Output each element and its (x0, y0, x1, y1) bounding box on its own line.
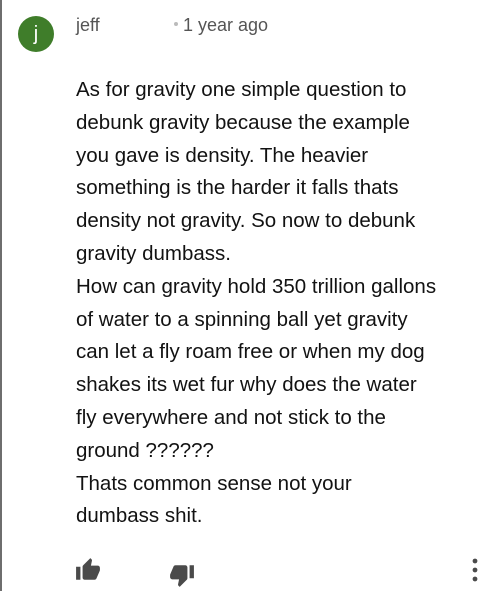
author-name[interactable]: jeff (76, 15, 100, 36)
comment-line: fly everywhere and not stick to the (76, 405, 386, 429)
comment-line: dumbass shit. (76, 504, 203, 528)
comment-line: gravity dumbass. (76, 241, 231, 265)
more-options-button[interactable] (468, 555, 482, 585)
thumbs-up-icon (76, 558, 100, 580)
like-button[interactable] (74, 556, 102, 584)
avatar[interactable]: j (18, 16, 54, 52)
comment-line: something is the harder it falls thats (76, 176, 399, 200)
comment-line: debunk gravity because the example (76, 110, 410, 134)
comment-line: density not gravity. So now to debunk (76, 209, 416, 233)
avatar-initial: j (33, 22, 39, 45)
comment-line: ground ?????? (76, 438, 214, 462)
comment-text: As for gravity one simple question to de… (76, 74, 486, 533)
comment-line: can let a fly roam free or when my dog (76, 340, 425, 364)
thumbs-down-icon (170, 565, 194, 587)
comment-timestamp[interactable]: 1 year ago (183, 15, 268, 36)
left-divider (0, 0, 2, 591)
comment-line: you gave is density. The heavier (76, 143, 369, 167)
comment-line: of water to a spinning ball yet gravity (76, 307, 408, 331)
comment-line: As for gravity one simple question to (76, 78, 407, 101)
comment-line: shakes its wet fur why does the water (76, 373, 417, 397)
separator-dot (174, 22, 178, 26)
dislike-button[interactable] (168, 561, 196, 589)
comment-line: How can gravity hold 350 trillion gallon… (76, 274, 437, 298)
comment-line: Thats common sense not your (76, 471, 352, 495)
more-vertical-icon (472, 558, 478, 582)
